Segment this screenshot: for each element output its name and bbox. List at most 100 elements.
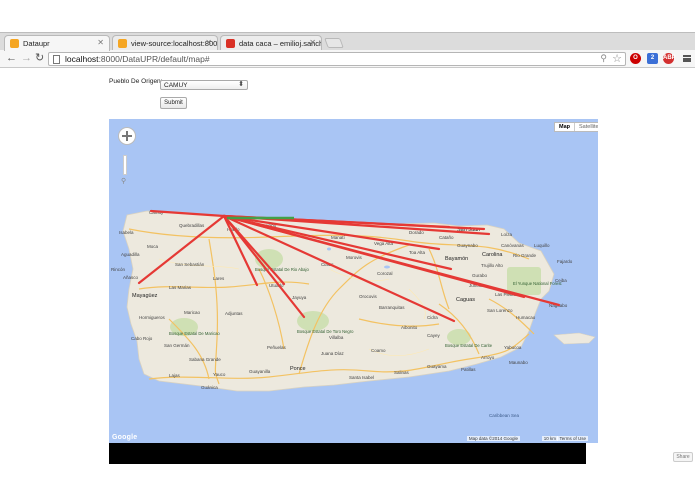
label-gurabo: Gurabo bbox=[472, 273, 488, 278]
label-quebradillas: Quebradillas bbox=[179, 223, 205, 228]
map-scale: 10 km bbox=[541, 436, 558, 441]
label-penuelas: Peñuelas bbox=[267, 345, 287, 350]
label-patillas: Patillas bbox=[461, 367, 476, 372]
terms-link[interactable]: Terms of Use bbox=[557, 436, 588, 441]
label-salinas: Salinas bbox=[394, 370, 410, 375]
label-barranquitas: Barranquitas bbox=[379, 305, 405, 310]
label-yauco: Yauco bbox=[213, 372, 226, 377]
bookmark-star-icon[interactable]: ☆ bbox=[612, 52, 622, 65]
opera-extension-icon[interactable]: O bbox=[630, 53, 641, 64]
select-arrow-icon: ⬍ bbox=[238, 81, 244, 88]
label-carolina: Carolina bbox=[482, 252, 503, 258]
notification-extension-icon[interactable]: 2 bbox=[647, 53, 658, 64]
map-type-satellite-button[interactable]: Satellite bbox=[574, 123, 598, 131]
label-san-sebastian: San Sebastián bbox=[175, 262, 205, 267]
address-bar[interactable]: localhost:8000/DataUPR/default/map# ⚲ ☆ bbox=[48, 52, 626, 66]
close-tab-icon[interactable]: ✕ bbox=[205, 38, 212, 47]
label-loiza: Loíza bbox=[501, 232, 513, 237]
label-maunabo: Maunabo bbox=[509, 360, 528, 365]
map-view[interactable]: Camuy Arecibo San Juan Vega Alta Manatí … bbox=[109, 119, 598, 443]
label-toa-alta: Toa Alta bbox=[409, 250, 426, 255]
label-lajas: Lajas bbox=[169, 373, 181, 378]
label-bayamon: Bayamón bbox=[445, 256, 468, 262]
address-path: :8000/DataUPR/default/map# bbox=[98, 54, 210, 64]
zoom-slider[interactable] bbox=[123, 155, 127, 175]
label-yabucoa: Yabucoa bbox=[504, 345, 522, 350]
tab-gmail[interactable]: data caca – emilioj.sanche ✕ bbox=[220, 35, 322, 51]
tab-view-source[interactable]: view-source:localhost:800 ✕ bbox=[112, 35, 218, 51]
label-carite: Bosque Estatal De Carite bbox=[445, 343, 493, 348]
share-button[interactable]: Share bbox=[673, 452, 693, 462]
tab-strip: Dataupr ✕ view-source:localhost:800 ✕ da… bbox=[0, 32, 695, 51]
label-arroyo: Arroyo bbox=[481, 355, 495, 360]
label-fajardo: Fajardo bbox=[557, 259, 573, 264]
adblock-plus-icon[interactable]: ABP bbox=[663, 53, 676, 64]
back-icon[interactable]: ← bbox=[6, 52, 17, 65]
forward-icon[interactable]: → bbox=[21, 52, 32, 65]
label-guaynabo: Guaynabo bbox=[457, 243, 478, 248]
new-tab-button[interactable] bbox=[324, 38, 344, 48]
page-content: Pueblo De Origen: CAMUY ⬍ Submit Camuy A… bbox=[0, 69, 695, 494]
map-type-control[interactable]: Map Satellite bbox=[554, 122, 598, 132]
label-cidra: Cidra bbox=[427, 315, 438, 320]
label-ponce: Ponce bbox=[290, 366, 306, 372]
pegman-icon[interactable]: ⚲ bbox=[121, 177, 126, 185]
label-morovis: Morovis bbox=[346, 255, 363, 260]
label-sabana-grande: Sabana Grande bbox=[189, 357, 221, 362]
browser-window: Dataupr ✕ view-source:localhost:800 ✕ da… bbox=[0, 0, 695, 494]
label-caribbean-sea: Caribbean Sea bbox=[489, 413, 520, 418]
map-canvas: Camuy Arecibo San Juan Vega Alta Manatí … bbox=[111, 209, 596, 418]
label-yunque: El Yunque National Forest bbox=[513, 281, 562, 286]
label-guayama: Guayama bbox=[427, 364, 447, 369]
label-aibonito: Aibonito bbox=[401, 325, 418, 330]
label-juana-diaz: Juana Díaz bbox=[321, 351, 345, 356]
vieques-island bbox=[553, 332, 596, 345]
label-aguadilla: Aguadilla bbox=[121, 252, 140, 257]
label-adjuntas: Adjuntas bbox=[225, 311, 243, 316]
label-manati: Manatí bbox=[331, 235, 346, 240]
browser-toolbar: ← → ↻ localhost:8000/DataUPR/default/map… bbox=[0, 50, 695, 68]
submit-button[interactable]: Submit bbox=[160, 97, 187, 109]
label-coamo: Coamo bbox=[371, 348, 386, 353]
label-anasco: Añasco bbox=[123, 275, 139, 280]
label-santa-isabel: Santa Isabel bbox=[349, 375, 374, 380]
address-host: localhost bbox=[65, 54, 99, 64]
label-corozal: Corozal bbox=[377, 271, 393, 276]
label-caguas: Caguas bbox=[456, 297, 475, 303]
close-tab-icon[interactable]: ✕ bbox=[97, 38, 104, 47]
label-guayanilla: Guayanilla bbox=[249, 369, 271, 374]
google-logo[interactable]: Google bbox=[112, 434, 137, 441]
tab-title: Dataupr bbox=[23, 39, 50, 48]
label-moca: Moca bbox=[147, 244, 159, 249]
label-lares: Lares bbox=[213, 276, 225, 281]
label-isabela: Isabela bbox=[119, 230, 134, 235]
close-tab-icon[interactable]: ✕ bbox=[309, 38, 316, 47]
label-trujillo-alto: Trujillo Alto bbox=[481, 263, 503, 268]
label-rio-abajo: Bosque Estatal De Rio Abajo bbox=[255, 267, 309, 272]
label-rincon: Rincón bbox=[111, 267, 126, 272]
label-las-marias: Las Marias bbox=[169, 285, 192, 290]
map-data-attribution: Map data ©2014 Google bbox=[466, 436, 520, 441]
label-maricao: Maricao bbox=[184, 310, 201, 315]
label-rio-grande: Rio Grande bbox=[513, 253, 537, 258]
origin-select-value: CAMUY bbox=[164, 82, 188, 89]
label-cayey: Cayey bbox=[427, 333, 441, 338]
menu-icon[interactable] bbox=[683, 55, 691, 62]
label-hormigueros: Hormigueros bbox=[139, 315, 166, 320]
label-dorado: Dorado bbox=[409, 230, 424, 235]
origin-select[interactable]: CAMUY ⬍ bbox=[160, 80, 248, 90]
tab-dataupr[interactable]: Dataupr ✕ bbox=[4, 35, 110, 51]
label-toro-negro: Bosque Estatal De Toro Negro bbox=[297, 329, 354, 334]
origin-label: Pueblo De Origen: bbox=[109, 78, 163, 85]
map-type-map-button[interactable]: Map bbox=[555, 123, 574, 131]
label-san-german: San Germán bbox=[164, 343, 190, 348]
window-top-bar bbox=[0, 0, 695, 32]
black-footer-bar bbox=[109, 443, 586, 464]
page-icon bbox=[53, 55, 60, 64]
zoom-icon[interactable]: ⚲ bbox=[600, 53, 607, 64]
pan-control[interactable] bbox=[118, 127, 136, 145]
reload-icon[interactable]: ↻ bbox=[35, 52, 44, 65]
label-maricao-forest: Bosque Estatal De Maricao bbox=[169, 331, 220, 336]
favicon-icon bbox=[10, 39, 19, 48]
label-humacao: Humacao bbox=[516, 315, 536, 320]
